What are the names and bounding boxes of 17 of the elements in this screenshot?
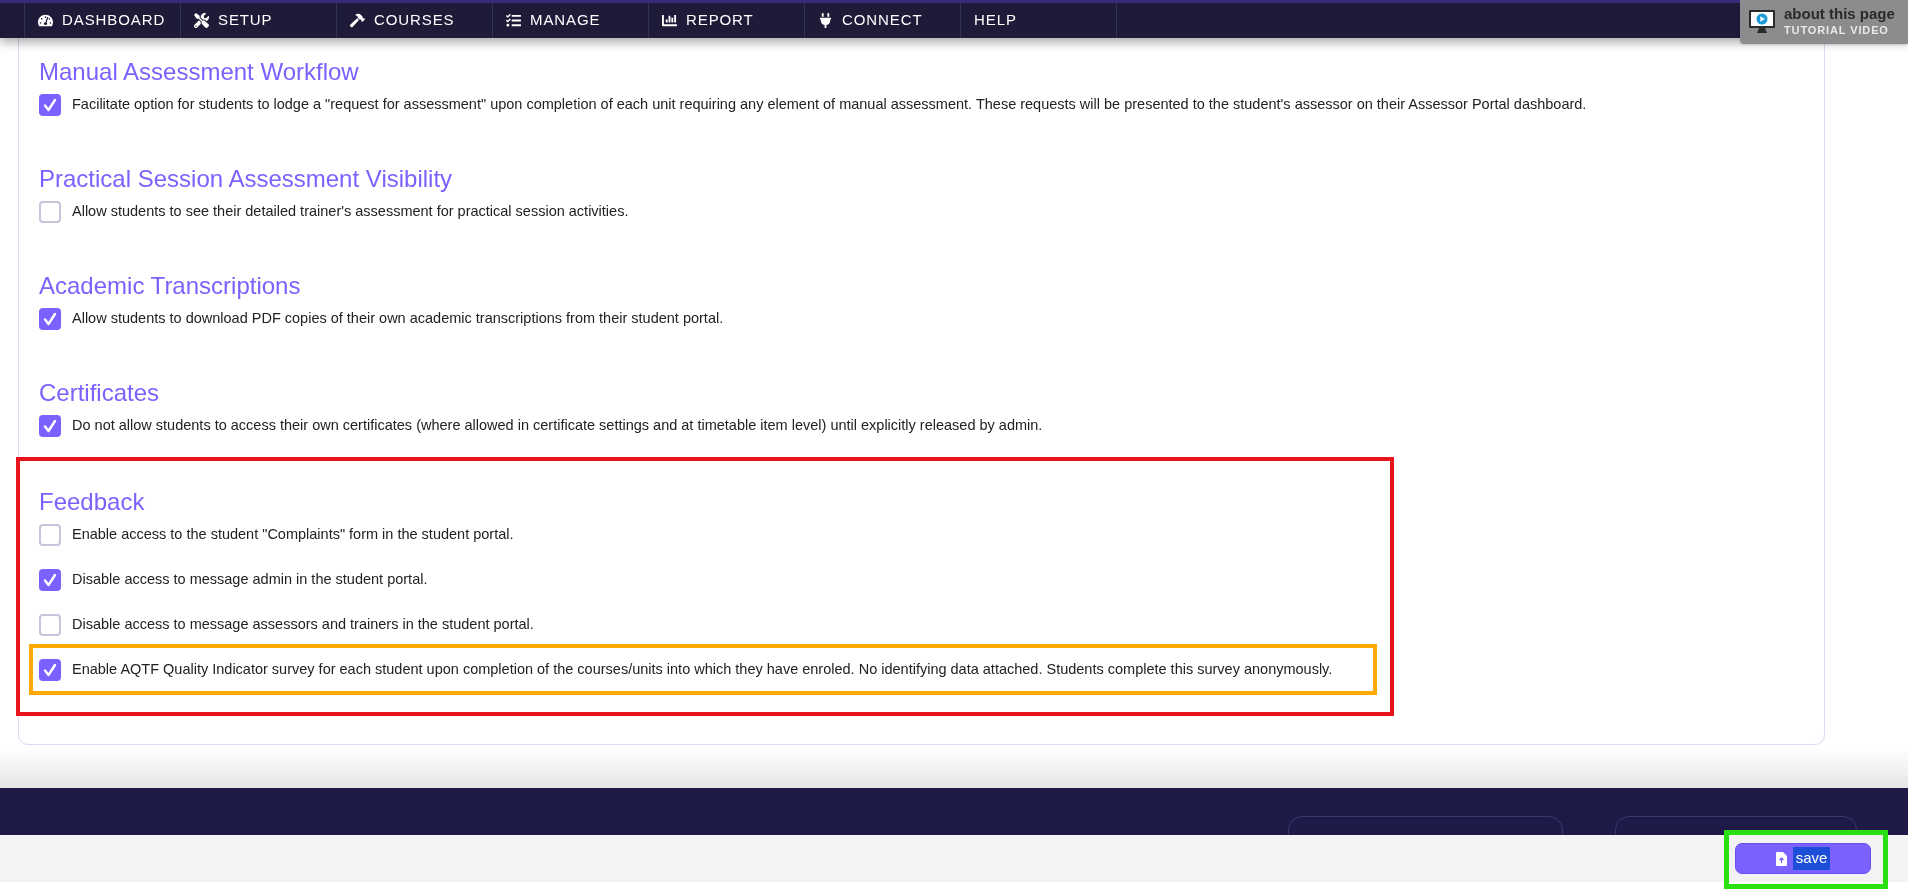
option-label: Enable AQTF Quality Indicator survey for each student upon completion of the courses/units into which they have enroled. No identifying data attached. Students complete this survey anonymously. [72, 660, 1333, 680]
badge-subtitle: TUTORIAL VIDEO [1784, 23, 1890, 38]
section-heading: Certificates [39, 378, 161, 408]
save-button[interactable]: save [1735, 843, 1871, 874]
option-label: Enable access to the student "Complaints" form in the student portal. [72, 525, 514, 545]
section-heading: Academic Transcriptions [39, 271, 302, 301]
section-heading: Practical Session Assessment Visibility [39, 164, 454, 194]
option-label: Disable access to message admin in the student portal. [72, 570, 428, 590]
section-heading: Manual Assessment Workflow [39, 57, 360, 87]
badge-title: about this page [1784, 6, 1895, 22]
option-label: Facilitate option for students to lodge a "request for assessment" upon completion of each unit requiring any element of manual assessment. These requests will be presented to the student's assessor on their Assessor Portal dashboard. [72, 95, 1587, 115]
option-label: Disable access to message assessors and trainers in the student portal. [72, 615, 534, 635]
option-label: Allow students to see their detailed trainer's assessment for practical session activities. [72, 202, 629, 222]
option-label: Do not allow students to access their own certificates (where allowed in certificate settings and at timetable item level) until explicitly released by admin. [72, 416, 1043, 436]
option-label: Allow students to download PDF copies of their own academic transcriptions from their student portal. [72, 309, 724, 329]
tutorial-video-badge[interactable]: about this page TUTORIAL VIDEO [1740, 0, 1908, 44]
section-heading: Feedback [39, 487, 146, 517]
